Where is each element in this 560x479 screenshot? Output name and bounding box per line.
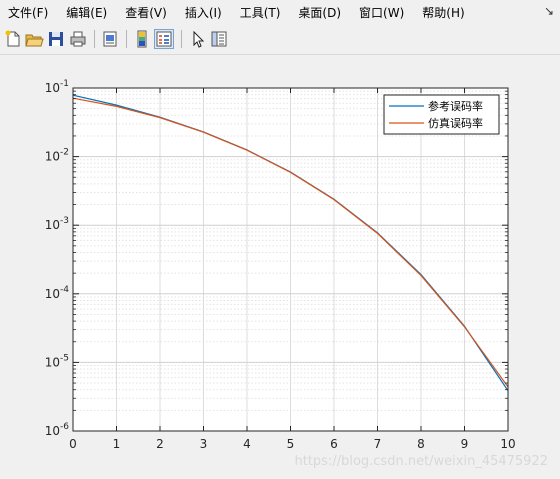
dock-arrow-icon[interactable]: ↘ — [544, 4, 554, 18]
colorbar-icon[interactable] — [132, 29, 152, 49]
y-tick-labels: 10-6 10-5 10-4 10-3 10-2 10-1 — [45, 79, 70, 438]
menu-tools[interactable]: 工具(T) — [232, 0, 291, 26]
save-icon[interactable] — [46, 29, 66, 49]
x-tick-label: 0 — [69, 437, 77, 451]
x-tick-label: 3 — [200, 437, 208, 451]
y-tick-label: 10-6 — [45, 422, 70, 438]
legend-label-reference: 参考误码率 — [428, 99, 483, 113]
legend-label-simulated: 仿真误码率 — [428, 116, 483, 130]
menu-help[interactable]: 帮助(H) — [414, 0, 474, 26]
x-tick-label: 9 — [461, 437, 469, 451]
toolbar-separator — [126, 30, 127, 48]
y-tick-label: 10-1 — [45, 79, 69, 95]
property-inspector-icon[interactable] — [209, 29, 229, 49]
y-tick-label: 10-3 — [45, 216, 69, 232]
toolbar-separator — [181, 30, 182, 48]
menu-edit[interactable]: 编辑(E) — [58, 0, 117, 26]
x-tick-label: 6 — [330, 437, 338, 451]
menu-insert[interactable]: 插入(I) — [177, 0, 232, 26]
legend[interactable]: 参考误码率 仿真误码率 — [383, 94, 500, 135]
new-figure-icon[interactable] — [3, 29, 23, 49]
edit-plot-icon[interactable] — [188, 29, 208, 49]
x-tick-label: 4 — [243, 437, 251, 451]
x-tick-label: 10 — [500, 437, 515, 451]
menu-view[interactable]: 查看(V) — [117, 0, 177, 26]
menu-window[interactable]: 窗口(W) — [351, 0, 414, 26]
watermark: https://blog.csdn.net/weixin_45475922 — [294, 454, 548, 469]
legend-icon[interactable] — [154, 29, 174, 49]
ber-plot[interactable]: 0 1 2 3 4 5 6 7 8 9 10 10-6 10-5 10-4 10… — [0, 55, 560, 475]
x-tick-label: 5 — [287, 437, 295, 451]
x-tick-label: 2 — [156, 437, 164, 451]
y-tick-label: 10-4 — [45, 285, 70, 301]
print-preview-icon[interactable] — [100, 29, 120, 49]
y-tick-label: 10-2 — [45, 148, 69, 164]
x-tick-label: 8 — [417, 437, 425, 451]
x-tick-label: 1 — [113, 437, 121, 451]
figure-toolbar — [0, 26, 560, 55]
print-icon[interactable] — [68, 29, 88, 49]
y-tick-label: 10-5 — [45, 353, 69, 369]
menu-desktop[interactable]: 桌面(D) — [290, 0, 351, 26]
x-tick-label: 7 — [374, 437, 382, 451]
menu-file[interactable]: 文件(F) — [0, 0, 58, 26]
toolbar-separator — [94, 30, 95, 48]
x-tick-labels: 0 1 2 3 4 5 6 7 8 9 10 — [69, 437, 515, 451]
menu-bar: 文件(F) 编辑(E) 查看(V) 插入(I) 工具(T) 桌面(D) 窗口(W… — [0, 0, 560, 26]
open-file-icon[interactable] — [24, 29, 44, 49]
figure-canvas: 0 1 2 3 4 5 6 7 8 9 10 10-6 10-5 10-4 10… — [0, 55, 560, 475]
